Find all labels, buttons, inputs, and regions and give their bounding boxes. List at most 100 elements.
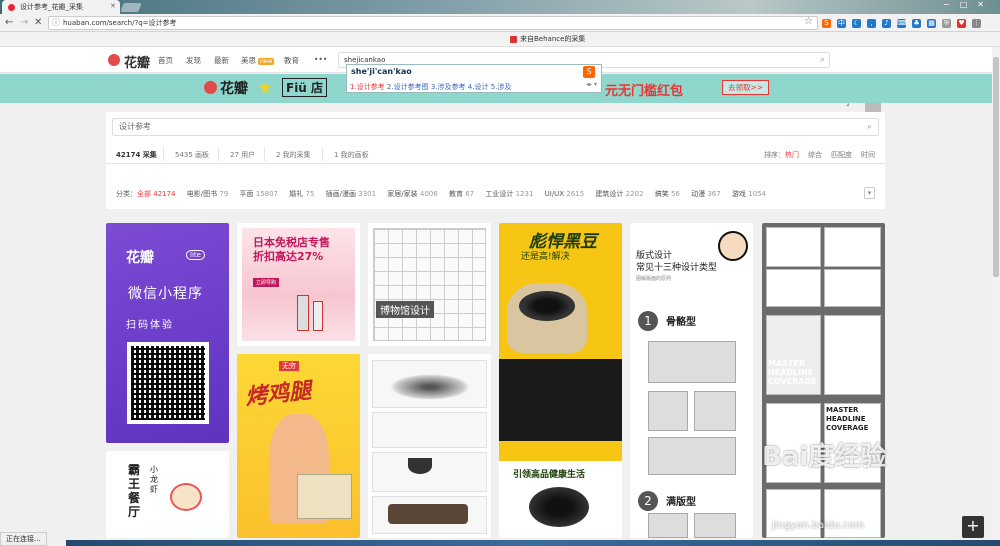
keyboard-icon[interactable]: ⌨	[897, 18, 907, 28]
banner-text: 元无门槛红包	[605, 84, 684, 99]
tab-divider	[218, 147, 219, 161]
search-icon[interactable]: ⌕	[867, 119, 872, 135]
lite-badge: lite	[186, 250, 205, 260]
category-games[interactable]: 游戏 1054	[732, 190, 766, 198]
chevron-down-icon[interactable]: ▾	[864, 187, 875, 199]
pin-title-line: 日本免税店专售	[253, 236, 330, 249]
pin-card-layout-types[interactable]: 版式设计 常见十三种设计类型 图解版面的原则 1 骨骼型 2 满版型	[630, 223, 753, 538]
nav-meisi[interactable]: 美思 new	[241, 55, 275, 66]
ime-candidate[interactable]: 2.设计参考图	[387, 83, 429, 91]
bookmark-star-icon[interactable]: ☆	[804, 16, 813, 28]
nav-more[interactable]: •••	[314, 55, 327, 64]
layout-sample	[648, 341, 736, 383]
pin-card-restaurant[interactable]: 霸王餐厅 小龙虾	[106, 451, 229, 538]
banner-claim-button[interactable]: 去领取>>	[722, 80, 770, 95]
mic-icon[interactable]: ♪	[882, 18, 891, 28]
skin-icon[interactable]: ♣	[912, 18, 921, 28]
sogou-ime-icon[interactable]: S	[822, 18, 831, 28]
sort-relevance[interactable]: 匹配度	[831, 151, 852, 159]
close-tab-icon[interactable]: ✕	[110, 2, 116, 10]
pin-card-ink-website[interactable]	[368, 354, 491, 538]
ime-candidate[interactable]: 4.设计	[468, 83, 489, 91]
punctuation-icon[interactable]: ,	[867, 18, 876, 28]
category-count: 2202	[625, 190, 644, 198]
menu-icon[interactable]: ⋮	[972, 18, 981, 28]
category-education[interactable]: 教育 67	[449, 190, 474, 198]
category-label: 分类：	[116, 190, 137, 198]
section-title: 骨骼型	[666, 317, 696, 328]
pin-card-mini-program[interactable]: 花瓣 lite 微信小程序 扫码体验	[106, 223, 229, 443]
browser-toolbar: ← → ✕ ⓘ huaban.com/search/?q=设计参考 ☆ S 中 …	[0, 14, 1000, 32]
sort-time[interactable]: 时间	[861, 151, 875, 159]
nav-education[interactable]: 教育	[284, 55, 299, 66]
scrollbar[interactable]	[992, 47, 1000, 546]
category-anime[interactable]: 动漫 367	[691, 190, 721, 198]
scan-text: 扫码体验	[126, 320, 174, 331]
tools-icon[interactable]: ▦	[927, 18, 936, 28]
category-funny[interactable]: 搞笑 56	[655, 190, 680, 198]
category-film[interactable]: 电影/图书 79	[187, 190, 229, 198]
tab-title: 设计参考_花瓣_采集	[20, 3, 83, 11]
huaban-ext-icon[interactable]: ♥	[957, 18, 966, 28]
back-icon[interactable]: ←	[5, 16, 13, 29]
category-filter: 分类：全部 42174 电影/图书 79 平面 15807 婚礼 75 插画/漫…	[116, 189, 775, 199]
category-count: 1231	[515, 190, 534, 198]
tab-my-pins[interactable]: 2 我的采集	[276, 150, 311, 160]
category-wedding[interactable]: 婚礼 75	[289, 190, 314, 198]
category-uiux[interactable]: UI/UX 2615	[545, 190, 585, 198]
tab-pins[interactable]: 42174 采集	[116, 150, 157, 160]
tab-users[interactable]: 27 用户	[230, 150, 255, 160]
category-name: 电影/图书	[186, 190, 218, 198]
floor-plan-image	[373, 228, 486, 341]
new-badge: new	[258, 58, 275, 65]
chinese-mode-icon[interactable]: 中	[837, 18, 846, 28]
nav-latest[interactable]: 最新	[214, 55, 229, 66]
info-icon[interactable]: ⓘ	[52, 17, 60, 29]
ime-candidate[interactable]: 5.涉及	[491, 83, 512, 91]
category-count: 79	[219, 190, 229, 198]
stop-icon[interactable]: ✕	[34, 16, 42, 29]
search-icon[interactable]: ⌕	[820, 53, 825, 67]
sort-overall[interactable]: 综合	[808, 151, 822, 159]
ime-page-arrows-icon[interactable]: ◂▸ ▾	[586, 81, 597, 88]
forward-icon[interactable]: →	[20, 16, 28, 29]
watermark-url: jingyan.baidu.com	[772, 520, 865, 531]
brand-badge: 无穷	[279, 361, 299, 371]
ime-candidate[interactable]: 1.设计参考	[350, 83, 385, 91]
panel-search-input[interactable]: 设计参考 ⌕	[112, 118, 879, 136]
tab-my-boards[interactable]: 1 我的画板	[334, 150, 369, 160]
nav-home[interactable]: 首页	[158, 55, 173, 66]
pin-card-skii-ad[interactable]: 日本免税店专售 折扣高达27% 立即导购	[237, 223, 360, 346]
bookmark-behance[interactable]: 来自Behance的采集	[510, 34, 585, 44]
category-all[interactable]: 全部 42174	[137, 190, 176, 198]
tab-boards[interactable]: 5435 画板	[175, 150, 209, 160]
ime-candidate-window: she'ji'can'kao S 1.设计参考 2.设计参考图 3.涉及参考 4…	[346, 64, 602, 93]
page-sample	[824, 269, 881, 307]
category-illustration[interactable]: 插画/漫画 3301	[326, 190, 376, 198]
category-home[interactable]: 家居/家装 4006	[387, 190, 437, 198]
vertical-title: 霸王餐厅	[128, 463, 141, 519]
window-controls[interactable]: −□✕	[943, 0, 994, 9]
scrollbar-thumb[interactable]	[993, 57, 999, 277]
browser-tab[interactable]: 设计参考_花瓣_采集 ✕	[2, 0, 120, 14]
huaban-logo[interactable]: 花瓣	[108, 52, 150, 71]
new-tab-button[interactable]	[120, 3, 142, 12]
address-bar[interactable]: ⓘ huaban.com/search/?q=设计参考 ☆	[48, 16, 818, 30]
category-count: 56	[670, 190, 680, 198]
nav-discover[interactable]: 发现	[186, 55, 201, 66]
moon-icon[interactable]: ☾	[852, 18, 861, 28]
ime-candidate[interactable]: 3.涉及参考	[431, 83, 466, 91]
pin-card-magazine-layout[interactable]: MASTER HEADLINE COVERAGE MASTER HEADLINE…	[762, 223, 885, 538]
pin-title-line: 版式设计	[636, 251, 673, 261]
pin-card-museum[interactable]: 博物馆设计	[368, 223, 491, 346]
category-architecture[interactable]: 建筑设计 2202	[595, 190, 643, 198]
sort-hot[interactable]: 热门	[785, 151, 799, 159]
shield-icon[interactable]: ⛨	[942, 18, 951, 28]
category-graphic[interactable]: 平面 15807	[240, 190, 279, 198]
pin-card-bbq-poster[interactable]: 无穷 烤鸡腿	[237, 354, 360, 538]
pin-card-blackbean[interactable]: 彪悍黑豆 还是高!解决 引领高品健康生活	[499, 223, 622, 538]
add-button[interactable]: +	[962, 516, 984, 538]
category-industrial[interactable]: 工业设计 1231	[485, 190, 533, 198]
status-bar: 正在连接...	[0, 532, 47, 546]
category-count: 75	[305, 190, 315, 198]
